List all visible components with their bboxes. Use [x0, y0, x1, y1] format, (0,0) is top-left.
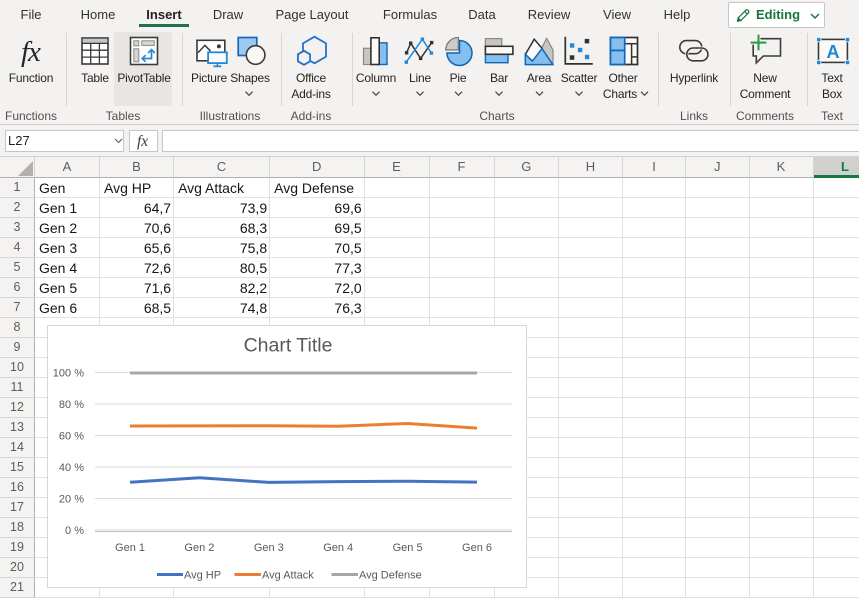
svg-text:60 %: 60 %: [59, 431, 84, 443]
svg-text:Chart Title: Chart Title: [244, 335, 333, 357]
svg-text:80 %: 80 %: [59, 399, 84, 411]
svg-text:Gen 1: Gen 1: [115, 542, 145, 554]
svg-text:A: A: [827, 42, 840, 62]
svg-text:100 %: 100 %: [53, 368, 84, 380]
svg-text:Avg HP: Avg HP: [184, 570, 221, 582]
svg-text:40 %: 40 %: [59, 462, 84, 474]
svg-text:0 %: 0 %: [65, 525, 84, 537]
svg-text:Gen 3: Gen 3: [254, 542, 284, 554]
svg-text:Gen 2: Gen 2: [184, 542, 214, 554]
svg-text:Avg Defense: Avg Defense: [359, 570, 422, 582]
svg-text:Gen 6: Gen 6: [462, 542, 492, 554]
svg-text:20 %: 20 %: [59, 494, 84, 506]
svg-text:Avg Attack: Avg Attack: [262, 570, 314, 582]
svg-text:Gen 5: Gen 5: [393, 542, 423, 554]
svg-text:Gen 4: Gen 4: [323, 542, 353, 554]
